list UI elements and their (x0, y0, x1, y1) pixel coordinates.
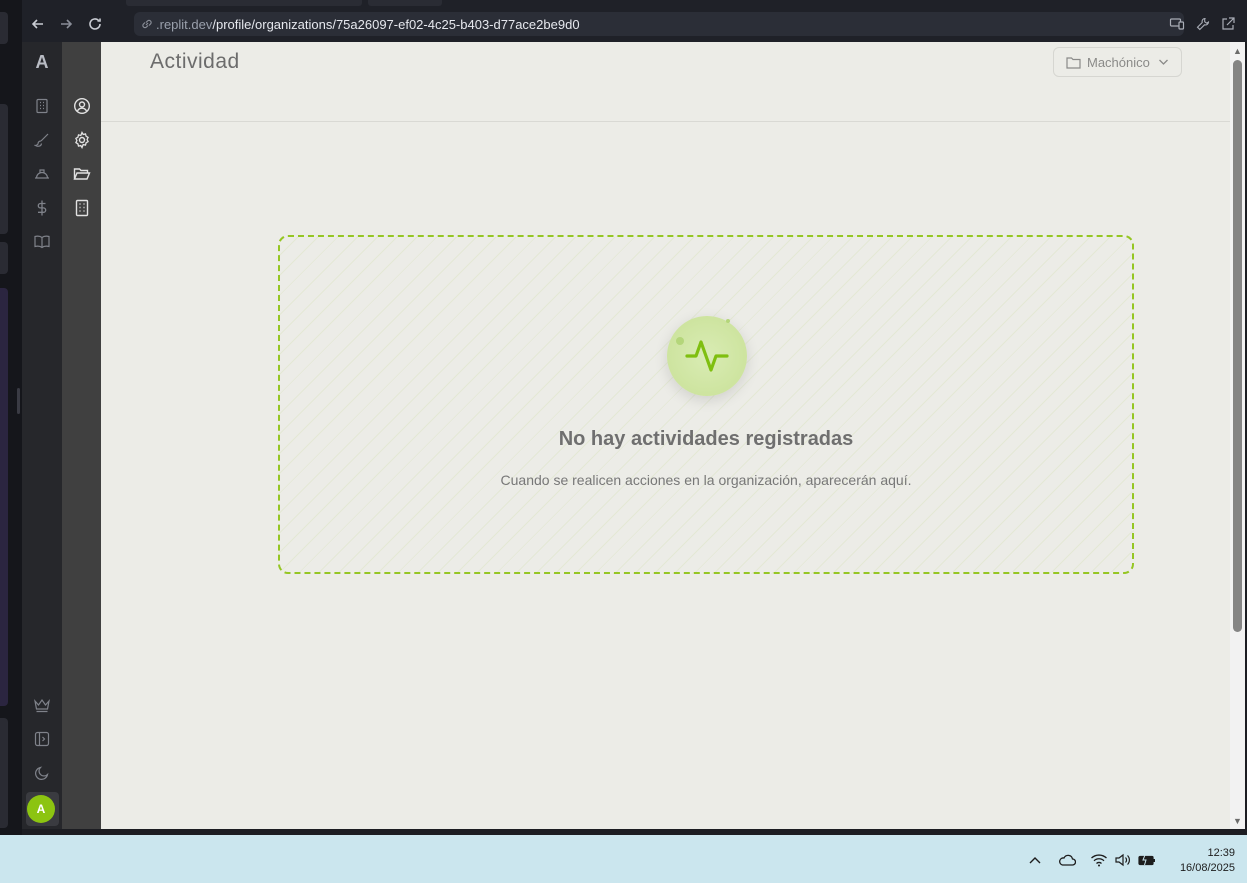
settings-subnav[interactable] (71, 129, 93, 151)
empty-state-title: No hay actividades registradas (558, 428, 854, 450)
organization-subnav-item[interactable] (71, 197, 93, 219)
volume-button[interactable] (1114, 851, 1132, 869)
user-circle-icon (73, 97, 91, 115)
back-button[interactable] (26, 12, 50, 36)
organizations-nav[interactable] (32, 96, 52, 116)
open-external-button[interactable] (1218, 14, 1238, 34)
editor-tab (0, 12, 8, 44)
browser-tab[interactable] (368, 0, 442, 6)
clock-time: 12:39 (1207, 847, 1235, 859)
external-link-icon (1222, 17, 1235, 30)
organization-select-value: Machónico (1087, 54, 1150, 70)
speaker-icon (1115, 853, 1130, 867)
hard-hat-icon (35, 169, 49, 179)
header-divider (101, 121, 1230, 122)
design-nav[interactable] (32, 130, 52, 150)
scroll-up-icon[interactable]: ▲ (1232, 46, 1243, 56)
toggle-sidebar-button[interactable] (32, 729, 52, 749)
app-logo[interactable]: A (22, 52, 62, 73)
files-subnav[interactable] (71, 163, 93, 185)
avatar[interactable]: A (27, 795, 55, 823)
battery-charging-icon (1138, 854, 1155, 866)
panel-toggle-icon (34, 731, 50, 747)
docs-nav[interactable] (32, 232, 52, 252)
empty-state-panel: No hay actividades registradas Cuando se… (278, 235, 1134, 574)
wrench-icon (1196, 17, 1210, 31)
organization-select[interactable]: Machónico (1053, 47, 1182, 77)
empty-state-subtitle: Cuando se realicen acciones en la organi… (500, 472, 912, 488)
url-domain: .replit.dev (156, 16, 213, 32)
arrow-left-icon (31, 19, 43, 29)
background-editor-strip (0, 0, 22, 835)
tab-strip (122, 0, 442, 6)
editor-panel (0, 242, 8, 274)
profile-subnav[interactable] (71, 95, 93, 117)
folder-icon (1066, 56, 1081, 69)
editor-panel (0, 104, 8, 234)
decorative-dot (676, 337, 684, 345)
gear-icon (75, 131, 89, 149)
main-content: Actividad Machónico No hay actividades r… (101, 42, 1230, 829)
empty-state-badge (667, 316, 747, 396)
chevron-up-icon (1029, 857, 1041, 864)
url-path: /profile/organizations/75a26097-ef02-4c2… (212, 16, 580, 32)
dollar-icon (37, 200, 47, 216)
brush-icon (34, 133, 49, 147)
building-icon (36, 98, 48, 114)
theme-toggle-button[interactable] (32, 763, 52, 783)
building-icon (75, 199, 89, 217)
browser-toolbar: .replit.dev/profile/organizations/75a260… (22, 0, 1247, 42)
taskbar-clock[interactable]: 12:39 16/08/2025 (1180, 846, 1235, 876)
browser-tab[interactable] (126, 0, 362, 6)
clock-date: 16/08/2025 (1179, 862, 1235, 874)
devices-icon (1169, 18, 1185, 30)
resize-handle[interactable] (17, 388, 20, 414)
tools-button[interactable] (1193, 14, 1213, 34)
scroll-down-icon[interactable]: ▼ (1232, 816, 1243, 826)
cloud-icon (1059, 854, 1076, 866)
decorative-dot (726, 319, 730, 323)
activity-pulse-icon (685, 340, 729, 372)
devices-button[interactable] (1167, 14, 1187, 34)
moon-icon (35, 766, 49, 780)
editor-panel-active (0, 288, 8, 706)
organization-subnav (62, 42, 101, 829)
reload-button[interactable] (83, 12, 107, 36)
arrow-right-icon (61, 19, 73, 29)
scrollbar-thumb[interactable] (1233, 60, 1242, 632)
os-taskbar: 12:39 16/08/2025 (0, 835, 1247, 883)
wifi-icon (1091, 854, 1107, 867)
show-hidden-icons-button[interactable] (1026, 851, 1044, 869)
upgrade-nav[interactable] (32, 695, 52, 715)
forward-button[interactable] (54, 12, 78, 36)
battery-button[interactable] (1138, 851, 1156, 869)
link-icon (142, 19, 152, 29)
page-scrollbar[interactable]: ▲ ▼ (1230, 42, 1245, 829)
book-icon (34, 235, 50, 249)
billing-nav[interactable] (32, 198, 52, 218)
projects-nav[interactable] (32, 164, 52, 184)
crown-icon (34, 698, 50, 713)
folder-open-icon (73, 168, 91, 180)
editor-panel (0, 718, 8, 828)
onedrive-button[interactable] (1058, 851, 1076, 869)
address-bar[interactable]: .replit.dev/profile/organizations/75a260… (134, 12, 1184, 36)
chevron-down-icon (1158, 59, 1168, 65)
app-rail: A A (22, 42, 62, 829)
network-button[interactable] (1090, 851, 1108, 869)
page-title: Actividad (150, 50, 240, 73)
reload-icon (89, 18, 101, 30)
